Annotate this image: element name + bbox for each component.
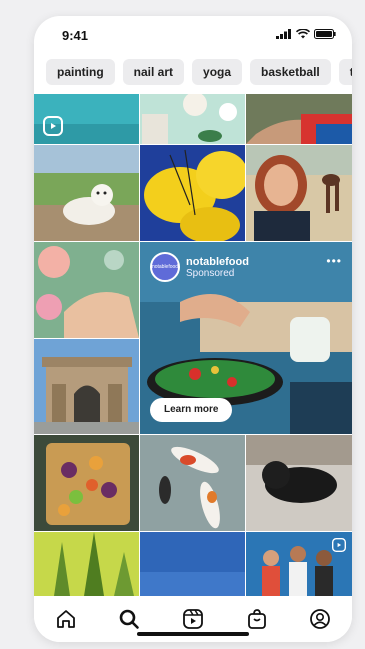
learn-more-button[interactable]: Learn more — [150, 398, 233, 422]
photo-tile-skincare[interactable] — [140, 94, 245, 144]
photo-tile-arch[interactable] — [34, 339, 139, 434]
topic-chips: painting nail art yoga basketball to — [46, 59, 352, 87]
tab-reels[interactable] — [180, 606, 206, 632]
photo-tile-white-dog[interactable] — [34, 145, 139, 241]
reel-tile-teal[interactable] — [34, 94, 139, 144]
tab-profile[interactable] — [307, 606, 333, 632]
sponsor-avatar[interactable]: notablefood — [150, 252, 180, 282]
more-options-icon[interactable]: ••• — [326, 254, 342, 268]
tab-search[interactable] — [116, 606, 142, 632]
profile-icon — [310, 609, 331, 629]
home-indicator[interactable] — [137, 632, 249, 636]
photo-tile-yellow-balloons[interactable] — [140, 145, 245, 241]
photo-tile-salad[interactable] — [34, 435, 139, 531]
chip-truncated[interactable]: to — [338, 59, 352, 85]
tab-home[interactable] — [53, 606, 79, 632]
reels-icon — [332, 538, 346, 552]
chip-painting[interactable]: painting — [46, 59, 115, 85]
home-icon — [56, 610, 75, 628]
search-icon — [120, 609, 140, 629]
photo-tile-cactus[interactable] — [34, 532, 139, 596]
shop-icon — [247, 609, 266, 629]
sponsored-post-tile[interactable]: notablefood notablefood Sponsored ••• Le… — [140, 242, 352, 434]
sponsored-label: Sponsored — [186, 267, 235, 279]
sponsor-account[interactable]: notablefood — [186, 256, 249, 268]
status-bar: 9:41 — [34, 16, 352, 54]
tab-shop[interactable] — [244, 606, 270, 632]
chip-basketball[interactable]: basketball — [250, 59, 331, 85]
reels-icon — [43, 116, 63, 136]
explore-grid: notablefood notablefood Sponsored ••• Le… — [34, 94, 352, 596]
photo-tile-black-dog[interactable] — [246, 435, 352, 531]
photo-tile-sky[interactable] — [140, 532, 245, 596]
chip-nail-art[interactable]: nail art — [122, 59, 185, 85]
sponsor-header: notablefood notablefood Sponsored — [150, 252, 249, 282]
chip-yoga[interactable]: yoga — [192, 59, 243, 85]
phone-frame: 9:41 painting nail art yoga basketball t… — [34, 16, 352, 642]
status-time: 9:41 — [62, 28, 89, 43]
reel-tile-group[interactable] — [246, 532, 352, 596]
photo-tile-arm[interactable] — [246, 94, 352, 144]
wifi-icon — [296, 29, 310, 39]
status-icons — [276, 29, 336, 39]
photo-tile-flowers[interactable] — [34, 242, 139, 338]
reels-icon — [183, 609, 203, 629]
photo-tile-koi[interactable] — [140, 435, 245, 531]
battery-icon — [314, 29, 336, 39]
photo-tile-selfie-dog[interactable] — [246, 145, 352, 241]
signal-icon — [276, 29, 291, 39]
